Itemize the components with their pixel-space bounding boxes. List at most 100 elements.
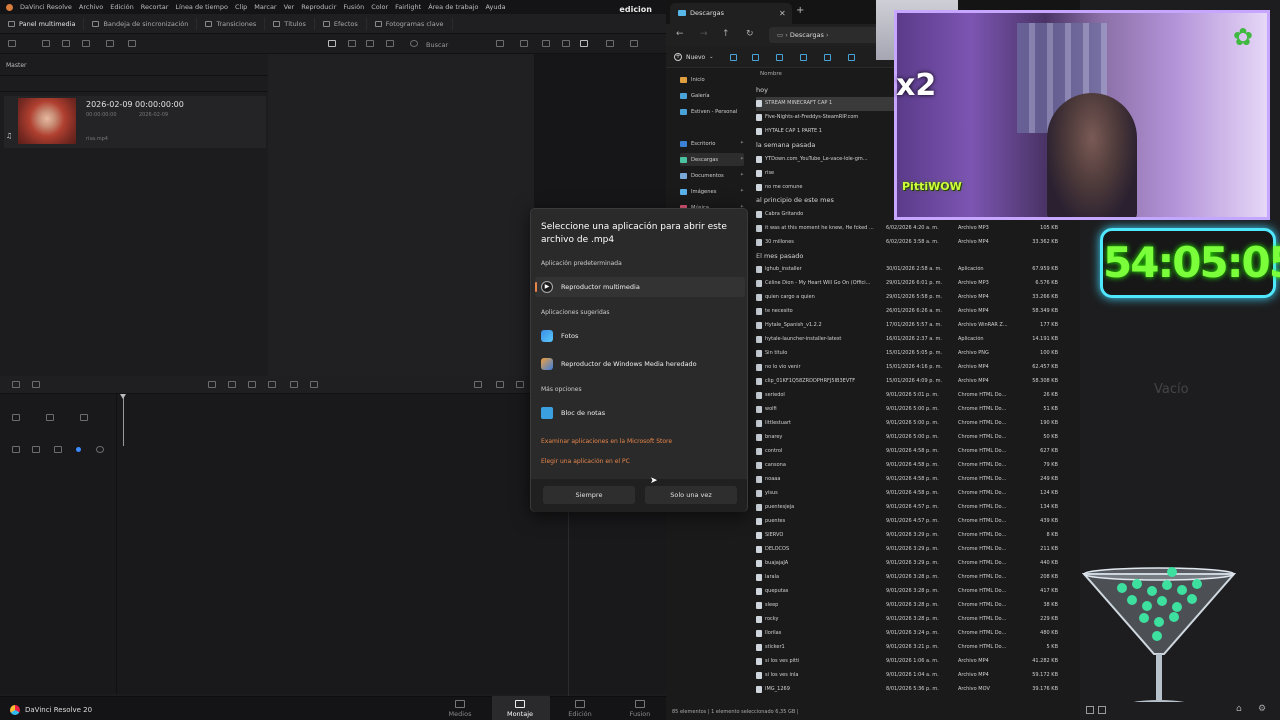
group-header[interactable]: la semana pasada (756, 141, 815, 149)
menu-item[interactable]: Línea de tiempo (175, 3, 228, 11)
sort-icon[interactable] (496, 40, 504, 47)
zoom-icon[interactable] (562, 40, 570, 47)
overwrite-icon[interactable] (228, 381, 236, 388)
choose-app-link[interactable]: Elegir una aplicación en el PC (541, 458, 630, 465)
file-row[interactable]: hytale-launcher-installer-latest 16/01/20… (756, 333, 1076, 347)
app-photos[interactable]: Fotos (535, 326, 745, 346)
nav-item[interactable]: Estiven - Personal (680, 105, 744, 118)
page-tab-edit[interactable]: Edición (560, 700, 600, 718)
file-row[interactable]: sticker1 9/01/2026 3:21 p. m. Chrome HTML … (756, 641, 1076, 655)
page-tab-media[interactable]: Medios (440, 700, 480, 718)
file-row[interactable]: si los ves inla 9/01/2026 1:04 a. m. Archi… (756, 669, 1076, 683)
file-row[interactable]: IMG_1269 8/01/2026 5:36 p. m. Archivo MOV 3… (756, 683, 1076, 697)
nav-item[interactable]: Escritorio ✦ (680, 137, 744, 150)
delete-icon[interactable] (848, 54, 855, 61)
fit-icon[interactable] (606, 40, 614, 47)
nav-item[interactable]: Inicio (680, 73, 744, 86)
search-input[interactable]: Buscar (426, 41, 448, 49)
panel-toggle-icon[interactable] (8, 40, 16, 47)
page-tab-fusion[interactable]: Fusion (620, 700, 660, 718)
new-timeline-icon[interactable] (62, 40, 70, 47)
toolbar-button[interactable]: Efectos (315, 17, 367, 30)
menu-item[interactable]: Área de trabajo (428, 3, 478, 11)
thumbnail-view-icon[interactable] (328, 40, 336, 47)
address-bar[interactable]: ▭ › Descargas › (769, 27, 889, 43)
back-icon[interactable]: ← (676, 29, 684, 39)
file-row[interactable]: larala 9/01/2026 3:28 p. m. Chrome HTML Do… (756, 571, 1076, 585)
scissor-icon[interactable] (54, 446, 62, 453)
file-row[interactable]: SIERVO 9/01/2026 3:29 p. m. Chrome HTML Do… (756, 529, 1076, 543)
toolbar-button[interactable]: Transiciones (197, 17, 266, 30)
close-viewer-icon[interactable] (630, 40, 638, 47)
group-header[interactable]: al principio de este mes (756, 196, 834, 204)
menu-item[interactable]: Clip (235, 3, 247, 11)
insert-icon[interactable] (208, 381, 216, 388)
file-row[interactable]: Sin título 15/01/2026 5:05 p. m. Archivo P… (756, 347, 1076, 361)
master-bin-header[interactable]: Master (0, 54, 268, 76)
file-row[interactable]: littlestuart 9/01/2026 5:00 p. m. Chrome H… (756, 417, 1076, 431)
file-row[interactable]: si los ves pitti 9/01/2026 1:06 a. m. Arch… (756, 655, 1076, 669)
share-icon[interactable] (824, 54, 831, 61)
menu-item[interactable]: Fusión (343, 3, 364, 11)
file-row[interactable]: DELOCOS 9/01/2026 3:29 p. m. Chrome HTML D… (756, 543, 1076, 557)
menu-item[interactable]: Ver (284, 3, 295, 11)
app-media-player[interactable]: ▶ Reproductor multimedia (535, 277, 745, 297)
timeline-options-icon[interactable] (32, 381, 40, 388)
snap-icon[interactable] (76, 447, 81, 452)
settings-icon[interactable]: ⚙ (1258, 704, 1266, 714)
video-track-icon[interactable] (12, 414, 20, 421)
zoom-in-icon[interactable] (496, 381, 504, 388)
lock-icon[interactable] (32, 446, 40, 453)
file-row[interactable]: seriedol 9/01/2026 5:01 p. m. Chrome HTML … (756, 389, 1076, 403)
rename-icon[interactable] (800, 54, 807, 61)
file-row[interactable]: buajajaJA 9/01/2026 3:29 p. m. Chrome HTML… (756, 557, 1076, 571)
always-button[interactable]: Siempre (543, 486, 635, 504)
search-icon[interactable] (410, 40, 418, 47)
file-row[interactable]: te necesito 26/01/2026 6:26 a. m. Archivo … (756, 305, 1076, 319)
file-row[interactable]: it was at this moment he knew, He fcked … (756, 222, 1076, 236)
copy-icon[interactable] (752, 54, 759, 61)
menu-item[interactable]: Fairlight (395, 3, 421, 11)
refresh-icon[interactable] (106, 40, 114, 47)
new-button[interactable]: + Nuevo ⌄ (674, 53, 713, 61)
file-row[interactable]: wolfi 9/01/2026 5:00 p. m. Chrome HTML Do.… (756, 403, 1076, 417)
toolbar-button[interactable]: Bandeja de sincronización (84, 17, 198, 30)
nav-item[interactable]: Galería (680, 89, 744, 102)
blade-icon[interactable] (46, 414, 54, 421)
toolbar-button[interactable]: Títulos (265, 17, 315, 30)
tab-descargas[interactable]: Descargas ✕ (670, 3, 792, 24)
grid-view-icon[interactable] (348, 40, 356, 47)
file-row[interactable]: Hytale_Spanish_v1.2.2 17/01/2026 5:57 a. … (756, 319, 1076, 333)
close-tab-icon[interactable]: ✕ (779, 9, 786, 18)
place-on-top-icon[interactable] (290, 381, 298, 388)
file-row[interactable]: sleep 9/01/2026 3:28 p. m. Chrome HTML Do.… (756, 599, 1076, 613)
up-icon[interactable]: ↑ (722, 29, 730, 39)
menu-item[interactable]: Reproducir (301, 3, 336, 11)
file-row[interactable]: rocky 9/01/2026 3:28 p. m. Chrome HTML Do.… (756, 613, 1076, 627)
cut-icon[interactable] (730, 54, 737, 61)
nav-item[interactable]: Descargas ✦ (680, 153, 744, 166)
file-row[interactable]: queputas 9/01/2026 3:28 p. m. Chrome HTML … (756, 585, 1076, 599)
file-row[interactable]: no lo vio venir 15/01/2026 4:16 p. m. Arch… (756, 361, 1076, 375)
new-bin-icon[interactable] (42, 40, 50, 47)
fit-to-fill-icon[interactable] (268, 381, 276, 388)
grid-icon[interactable] (1086, 706, 1094, 714)
file-row[interactable]: puentes 9/01/2026 4:57 p. m. Chrome HTML D… (756, 515, 1076, 529)
replace-icon[interactable] (248, 381, 256, 388)
detail-zoom-icon[interactable] (516, 381, 524, 388)
file-row[interactable]: control 9/01/2026 4:58 p. m. Chrome HTML D… (756, 445, 1076, 459)
store-link[interactable]: Examinar aplicaciones en la Microsoft St… (541, 438, 672, 445)
file-row[interactable]: yisus 9/01/2026 4:58 p. m. Chrome HTML Do.… (756, 487, 1076, 501)
refresh-icon[interactable]: ↻ (746, 29, 754, 39)
file-row[interactable]: bnarey 9/01/2026 5:00 p. m. Chrome HTML Do… (756, 431, 1076, 445)
menu-item[interactable]: Edición (110, 3, 134, 11)
audio-track-icon[interactable] (12, 446, 20, 453)
append-icon[interactable] (310, 381, 318, 388)
page-tab-cut[interactable]: Montaje (500, 700, 540, 718)
audio-level-icon[interactable] (96, 446, 104, 453)
metadata-view-icon[interactable] (386, 40, 394, 47)
source-icon[interactable] (580, 40, 588, 47)
menu-item[interactable]: Recortar (141, 3, 169, 11)
file-row[interactable]: 30 millones 6/02/2026 3:58 a. m. Archivo M… (756, 236, 1076, 250)
file-row[interactable]: noaaa 9/01/2026 4:58 p. m. Chrome HTML Do.… (756, 473, 1076, 487)
